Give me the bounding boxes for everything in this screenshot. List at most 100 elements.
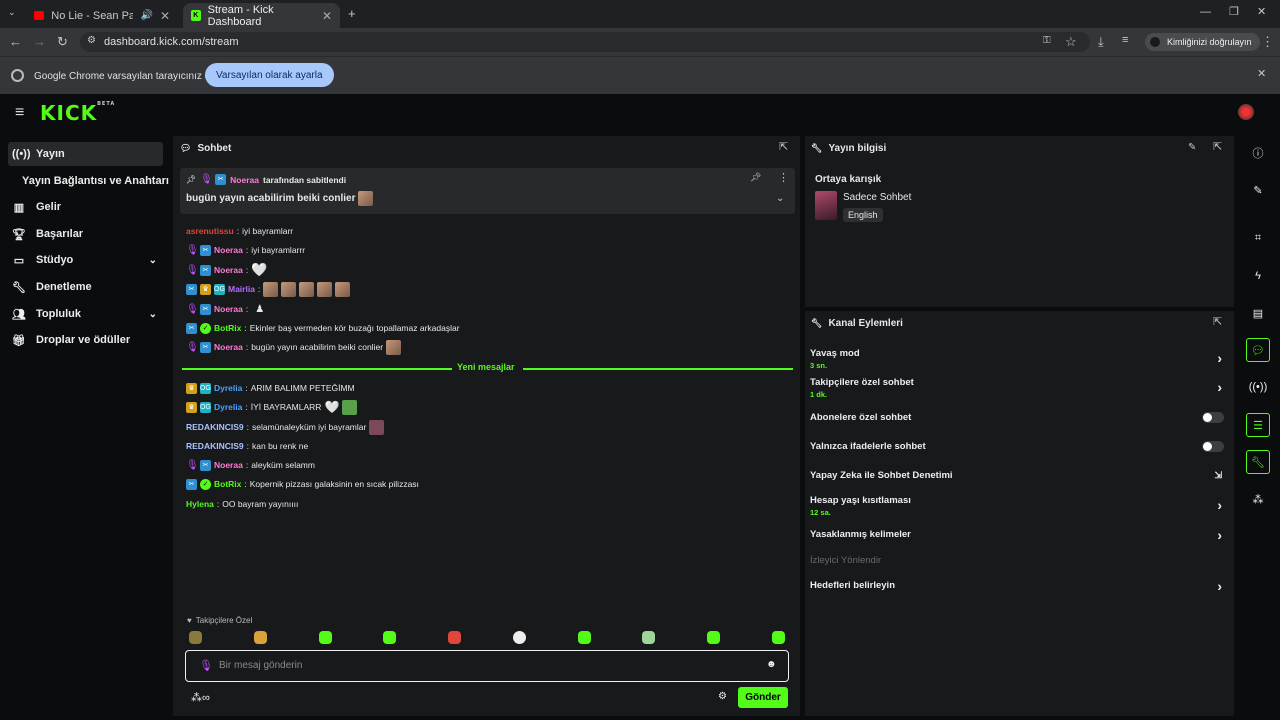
quick-emote[interactable] [254, 631, 267, 644]
tab-kick[interactable]: K Stream - Kick Dashboard ✕ [183, 3, 340, 28]
chat-message[interactable]: asrenutissu: iyi bayramlarr [186, 222, 293, 240]
user-avatar[interactable] [1238, 104, 1254, 120]
chat-message[interactable]: Hylena: OO bayram yayınıııı [186, 495, 298, 513]
subscribers-chat-toggle[interactable] [1202, 412, 1224, 423]
quick-emote[interactable] [578, 631, 591, 644]
goals-setting[interactable]: Hedefleri belirleyin › [810, 578, 1230, 594]
chat-message[interactable]: ✂ ✓ BotRix: Kopernik pizzası galaksinin e… [186, 475, 419, 493]
infobar-close-icon[interactable]: ✕ [1257, 69, 1266, 80]
popout-icon[interactable]: ⇱ [1213, 317, 1222, 328]
dots-cluster-icon[interactable]: ⁂ [1246, 487, 1270, 511]
forward-icon[interactable]: → [33, 35, 46, 48]
ai-moderation-setting[interactable]: Yapay Zeka ile Sohbet Denetimi ⇲ [810, 470, 1230, 481]
sidebar-item-moderation[interactable]: 🔧︎ Denetleme [8, 275, 163, 299]
quick-emote[interactable] [707, 631, 720, 644]
new-tab-icon[interactable]: + [348, 7, 356, 20]
sidebar-item-community[interactable]: 👥︎ Topluluk ⌄ [8, 302, 163, 326]
chat-bubble-icon[interactable]: 💬︎ [1246, 338, 1270, 362]
chat-username[interactable]: Noeraa [214, 304, 243, 314]
wrench-icon[interactable]: 🔧︎ [1246, 450, 1270, 474]
close-icon[interactable]: ✕ [322, 9, 332, 23]
chat-username[interactable]: Noeraa [214, 245, 243, 255]
edit-pencil-icon[interactable]: ✎ [1246, 178, 1270, 202]
site-info-icon[interactable]: ⚙ [87, 36, 96, 46]
chat-username[interactable]: Noeraa [214, 342, 243, 352]
quick-emote[interactable] [642, 631, 655, 644]
more-options-icon[interactable]: ⋮ [778, 173, 789, 184]
pin-icon[interactable]: 📌︎ [750, 173, 761, 182]
popout-icon[interactable]: ⇱ [779, 142, 788, 153]
banned-words-setting[interactable]: Yasaklanmış kelimeler › [810, 527, 1230, 543]
edit-pencil-icon[interactable]: ✎ [1188, 143, 1196, 153]
back-icon[interactable]: ← [9, 35, 22, 48]
crop-icon[interactable]: ⌗ [1246, 226, 1270, 250]
chat-message[interactable]: ♛ OG Dyrelia: İYİ BAYRAMLARR 🤍 [186, 398, 358, 416]
server-icon[interactable]: ☰ [1246, 413, 1270, 437]
info-icon[interactable]: ⓘ [1246, 141, 1270, 165]
account-age-setting[interactable]: Hesap yaşı kısıtlaması 12 sa. › [810, 495, 1230, 517]
chat-message[interactable]: ♛ OG Dyrelia: ARIM BALIMM PETEĞİMM [186, 379, 355, 397]
chat-message[interactable]: REDAKINCIS9: selamünaleyküm iyi bayramla… [186, 418, 385, 436]
category-thumbnail[interactable] [815, 191, 837, 220]
chat-username[interactable]: Dyrelia [214, 383, 242, 393]
sidebar-item-stream-key[interactable]: Yayın Bağlantısı ve Anahtarı [18, 169, 172, 193]
broadcast-icon[interactable]: ((•)) [1246, 375, 1270, 399]
set-default-button[interactable]: Varsayılan olarak ayarla [205, 63, 334, 87]
chat-username[interactable]: BotRix [214, 479, 241, 489]
sidebar-item-studio[interactable]: ▭ Stüdyo ⌄ [8, 248, 163, 272]
chat-username[interactable]: Noeraa [214, 460, 243, 470]
chat-message[interactable]: ✂ ✓ BotRix: Ekinler baş vermeden kör buza… [186, 319, 460, 337]
sidebar-item-achievements[interactable]: 🏆︎ Başarılar [8, 222, 163, 246]
quick-emote[interactable] [513, 631, 526, 644]
chat-message[interactable]: 🎙︎ ✂ Noeraa: aleyküm selamm [186, 456, 315, 474]
profile-verify-button[interactable]: Kimliğinizi doğrulayın [1145, 33, 1260, 51]
quick-emote[interactable] [772, 631, 785, 644]
url-field[interactable]: ⚙ dashboard.kick.com/stream [80, 32, 1090, 52]
sidebar-item-revenue[interactable]: ▥ Gelir [8, 195, 163, 219]
sidebar-item-drops[interactable]: 🎁︎ Droplar ve ödüller [8, 328, 163, 352]
chat-username[interactable]: BotRix [214, 323, 241, 333]
pinned-message[interactable]: 📌︎ 🎙︎ ✂ Noeraa tarafından sabitlendi bug… [180, 168, 795, 214]
chat-message[interactable]: 🎙︎ ✂ Noeraa: ♟ [186, 300, 264, 318]
quick-emote[interactable] [448, 631, 461, 644]
chat-message[interactable]: ✂ ♛ OG Mairlia: [186, 280, 351, 298]
tab-list-icon[interactable]: ⌄ [8, 8, 16, 17]
quick-emote[interactable] [189, 631, 202, 644]
password-key-icon[interactable]: ⚿ [1043, 36, 1051, 46]
lightning-icon[interactable]: ϟ [1246, 264, 1270, 288]
chevron-down-icon[interactable]: ⌄ [776, 194, 784, 204]
chat-username[interactable]: Mairlia [228, 284, 255, 294]
download-icon[interactable]: ⤓ [1098, 35, 1104, 48]
chat-username[interactable]: Hylena [186, 499, 214, 509]
chat-message[interactable]: 🎙︎ ✂ Noeraa: bugün yayın acabilirim beiki… [186, 338, 402, 356]
chat-username[interactable]: REDAKINCIS9 [186, 422, 244, 432]
stream-category[interactable]: Sadece Sohbet [843, 192, 911, 203]
chat-message[interactable]: 🎙︎ ✂ Noeraa: 🤍 [186, 261, 267, 279]
chat-settings-icon[interactable]: ⁂∞ [191, 691, 210, 704]
send-button[interactable]: Gönder [738, 687, 788, 708]
quick-emote[interactable] [319, 631, 332, 644]
gear-icon[interactable]: ⚙ [718, 691, 727, 702]
tab-youtube[interactable]: No Lie - Sean Paul, Jaymes 🔊 ✕ [26, 3, 178, 28]
slow-mode-setting[interactable]: Yavaş mod 3 sn. › [810, 348, 1230, 370]
chat-username[interactable]: Noeraa [214, 265, 243, 275]
window-close-icon[interactable]: ✕ [1257, 7, 1266, 18]
minimize-icon[interactable]: — [1200, 7, 1211, 18]
emotes-chat-toggle[interactable] [1202, 441, 1224, 452]
close-icon[interactable]: ✕ [160, 9, 170, 23]
kick-logo[interactable]: KICKBETA [40, 101, 115, 125]
sidebar-item-stream[interactable]: ((•)) Yayın [8, 142, 163, 166]
emoji-picker-icon[interactable]: ☻ [766, 659, 777, 670]
chrome-menu-icon[interactable]: ⋮ [1261, 35, 1274, 48]
chat-message-input[interactable]: 🎙︎ Bir mesaj gönderin ☻ [185, 650, 789, 682]
quick-emote[interactable] [383, 631, 396, 644]
chat-message[interactable]: 🎙︎ ✂ Noeraa: iyi bayramlarrr [186, 241, 305, 259]
document-icon[interactable]: ▤ [1246, 301, 1270, 325]
chat-message[interactable]: REDAKINCIS9: kan bu renk ne [186, 437, 308, 455]
maximize-icon[interactable]: ❐ [1229, 7, 1239, 18]
popout-icon[interactable]: ⇱ [1213, 142, 1222, 153]
bookmark-star-icon[interactable]: ☆ [1065, 35, 1077, 48]
media-control-icon[interactable]: ≡ [1122, 35, 1128, 46]
chat-username[interactable]: Dyrelia [214, 402, 242, 412]
chat-username[interactable]: asrenutissu [186, 226, 234, 236]
